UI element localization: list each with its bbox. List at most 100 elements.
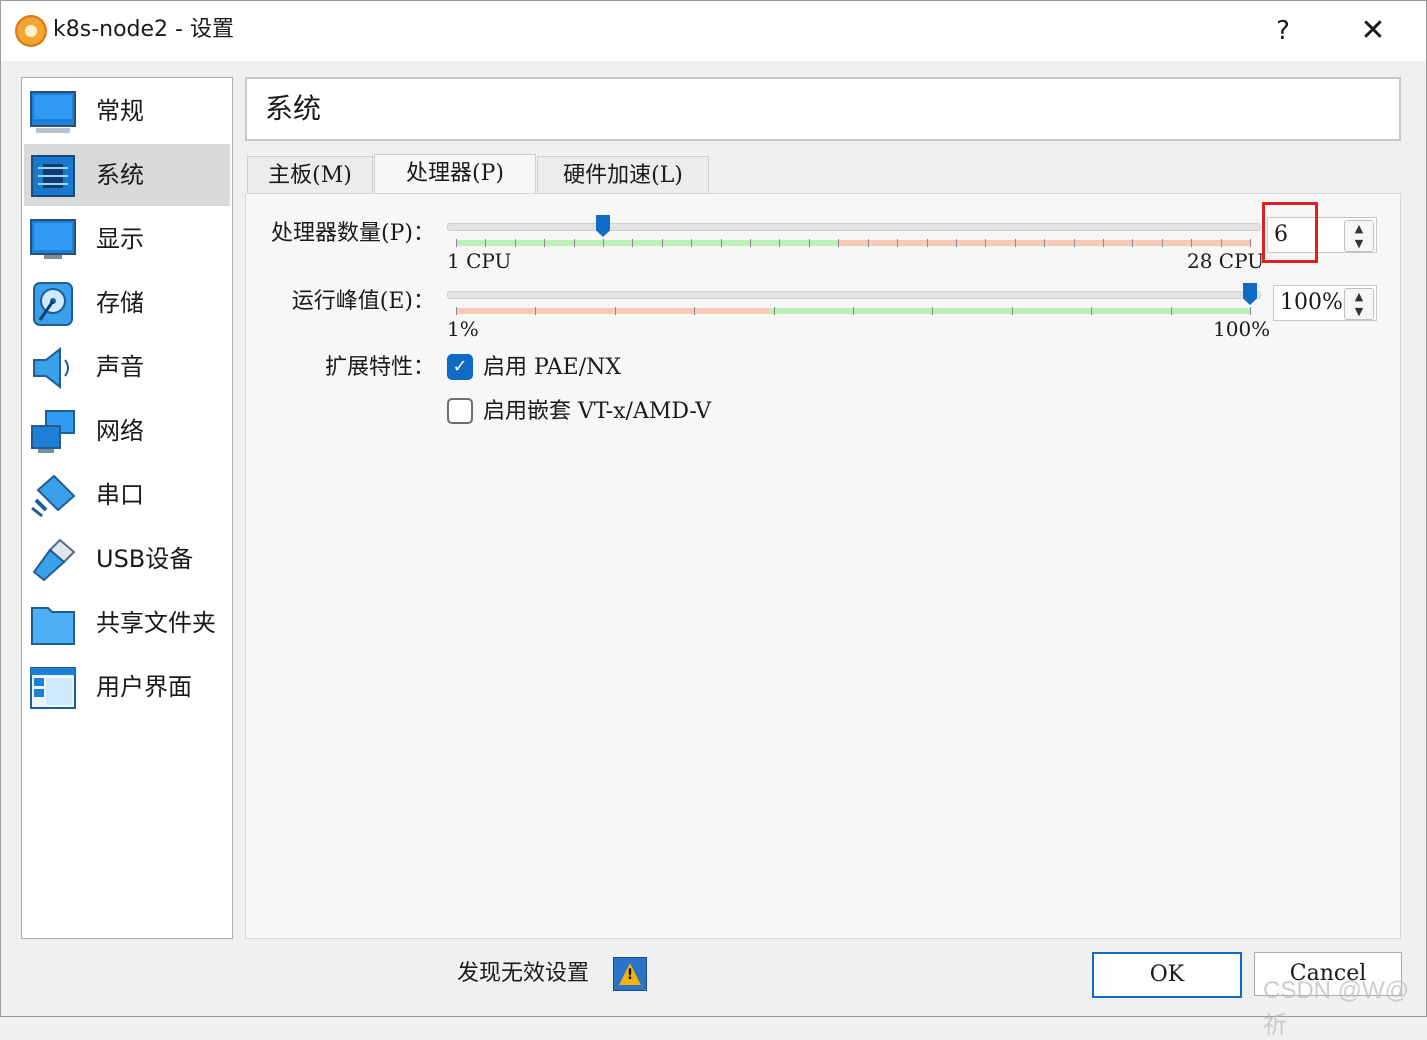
slider-tick <box>927 239 928 247</box>
slider-tick <box>750 239 751 247</box>
sidebar-item-label: 存储 <box>96 289 144 317</box>
sidebar-item-label: 用户界面 <box>96 673 192 701</box>
nested-vtx-checkbox[interactable] <box>447 398 473 424</box>
sidebar-item-label: 声音 <box>96 353 144 381</box>
slider-tick <box>694 307 695 315</box>
safe-zone <box>769 308 1250 314</box>
watermark: CSDN @W@祈 <box>1263 977 1410 1039</box>
slider-tick <box>779 239 780 247</box>
sidebar-item-usb[interactable]: USB设备 <box>24 528 230 590</box>
slider-tick <box>603 239 604 247</box>
processor-count-slider-track[interactable] <box>447 223 1261 231</box>
slider-tick <box>1171 307 1172 315</box>
help-button[interactable]: ? <box>1263 13 1303 49</box>
title-bar: k8s-node2 - 设置 ? ✕ <box>1 1 1426 61</box>
tab-processor[interactable]: 处理器(P) <box>374 154 536 193</box>
sidebar-item-label: 串口 <box>96 481 144 509</box>
sidebar-item-label: 共享文件夹 <box>96 609 216 637</box>
slider-tick <box>1012 307 1013 315</box>
warn-zone <box>456 308 769 314</box>
window-title: k8s-node2 - 设置 <box>53 17 234 42</box>
sidebar-item-system[interactable]: 系统 <box>24 144 230 206</box>
execution-cap-min-label: 1% <box>447 317 479 341</box>
close-button[interactable]: ✕ <box>1353 13 1393 49</box>
spin-buttons: ▲ ▼ <box>1344 220 1374 252</box>
slider-tick <box>544 239 545 247</box>
slider-tick <box>956 239 957 247</box>
monitor-icon <box>30 91 76 133</box>
sidebar-item-audio[interactable]: 声音 <box>24 336 230 398</box>
usb-icon <box>32 538 76 582</box>
network-icon <box>31 410 75 453</box>
folder-icon <box>31 607 75 645</box>
sidebar-item-general[interactable]: 常规 <box>24 80 230 142</box>
sidebar-item-label: 系统 <box>96 161 144 189</box>
spin-down-arrow-icon[interactable]: ▼ <box>1345 236 1373 251</box>
sidebar-item-display[interactable]: 显示 <box>24 208 230 270</box>
slider-tick <box>1044 239 1045 247</box>
tab-motherboard[interactable]: 主板(M) <box>247 156 373 193</box>
slider-tick <box>615 307 616 315</box>
virtualbox-icon <box>15 15 47 47</box>
slider-tick <box>853 307 854 315</box>
spin-buttons: ▲ ▼ <box>1344 288 1374 320</box>
execution-cap-max-label: 100% <box>1213 317 1271 341</box>
processor-count-max-label: 28 CPU <box>1187 249 1265 273</box>
sidebar-item-label: USB设备 <box>96 545 194 573</box>
processor-count-label: 处理器数量(P)： <box>271 221 435 246</box>
sidebar-item-shared-folders[interactable]: 共享文件夹 <box>24 592 230 654</box>
speaker-icon <box>33 346 69 390</box>
nested-vtx-label[interactable]: 启用嵌套 VT-x/AMD-V <box>483 397 711 427</box>
pae-nx-label[interactable]: 启用 PAE/NX <box>483 353 621 383</box>
sidebar-item-label: 显示 <box>96 225 144 253</box>
highlight-annotation <box>1262 202 1318 263</box>
slider-tick <box>1015 239 1016 247</box>
slider-tick <box>721 239 722 247</box>
slider-tick <box>774 307 775 315</box>
slider-tick <box>456 307 457 315</box>
extended-features-label: 扩展特性： <box>324 355 435 380</box>
slider-tick <box>1162 239 1163 247</box>
slider-tick <box>809 239 810 247</box>
sidebar-item-label: 常规 <box>96 97 144 125</box>
sidebar-item-storage[interactable]: 存储 <box>24 272 230 334</box>
slider-tick <box>1221 239 1222 247</box>
execution-cap-spinbox[interactable]: 100% ▲ ▼ <box>1273 285 1377 321</box>
execution-cap-slider-track[interactable] <box>447 291 1261 299</box>
spin-up-arrow-icon[interactable]: ▲ <box>1345 221 1373 236</box>
slider-tick <box>897 239 898 247</box>
page-title: 系统 <box>265 92 322 125</box>
slider-tick <box>1250 307 1251 315</box>
slider-tick <box>515 239 516 247</box>
spin-down-arrow-icon[interactable]: ▼ <box>1345 304 1373 319</box>
window-ui-icon <box>30 667 76 709</box>
sidebar-item-user-interface[interactable]: 用户界面 <box>24 656 230 718</box>
ok-button[interactable]: OK <box>1092 952 1242 998</box>
slider-tick <box>485 239 486 247</box>
slider-tick <box>1191 239 1192 247</box>
spin-up-arrow-icon[interactable]: ▲ <box>1345 289 1373 304</box>
pae-nx-checkbox[interactable]: ✓ <box>447 354 473 380</box>
sidebar-item-network[interactable]: 网络 <box>24 400 230 462</box>
tab-acceleration[interactable]: 硬件加速(L) <box>537 156 709 193</box>
sidebar-item-label: 网络 <box>96 417 144 445</box>
page-header: 系统 <box>245 77 1401 141</box>
chip-icon <box>31 155 75 197</box>
slider-tick <box>456 239 457 247</box>
sidebar-item-serial-port[interactable]: 串口 <box>24 464 230 526</box>
slider-tick <box>535 307 536 315</box>
slider-tick <box>662 239 663 247</box>
display-icon <box>30 219 76 259</box>
invalid-settings-text: 发现无效设置 <box>457 961 590 986</box>
slider-tick <box>868 239 869 247</box>
disk-icon <box>33 282 73 326</box>
slider-tick <box>691 239 692 247</box>
settings-dialog: k8s-node2 - 设置 ? ✕ 常规 系统 显示 存储 声音 网络 串口 … <box>0 0 1427 1039</box>
execution-cap-value[interactable]: 100% <box>1280 286 1343 320</box>
slider-tick <box>632 239 633 247</box>
slider-tick <box>1250 239 1251 247</box>
slider-tick <box>985 239 986 247</box>
serial-port-icon <box>31 474 76 518</box>
slider-tick <box>574 239 575 247</box>
warning-icon[interactable]: ! <box>613 957 647 991</box>
